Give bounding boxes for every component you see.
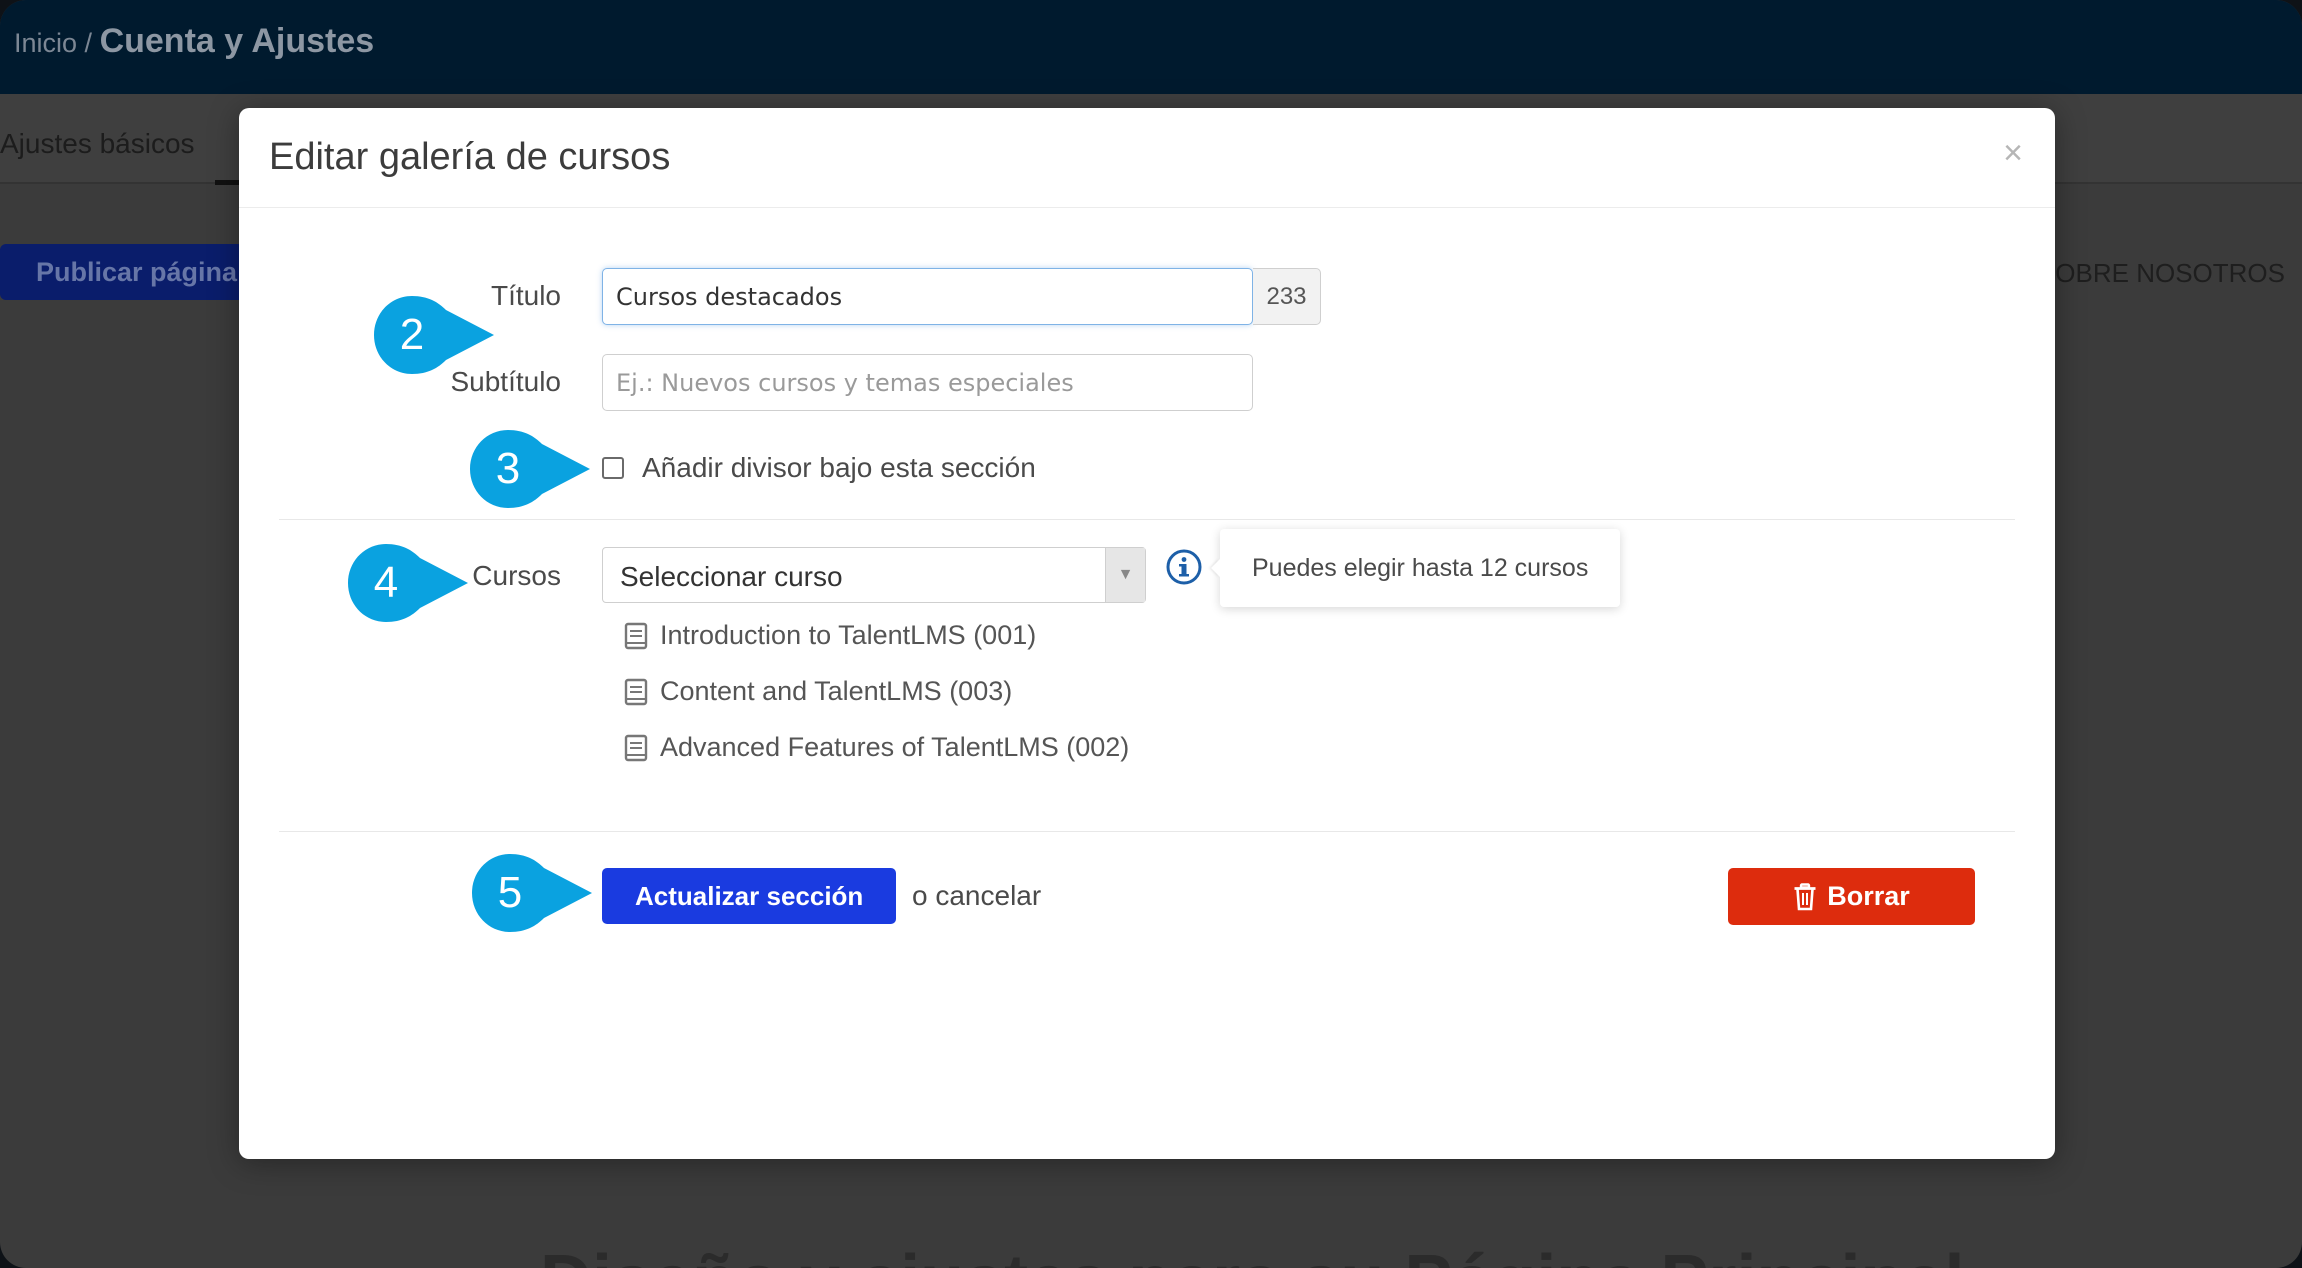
course-name: Introduction to TalentLMS (001) [660, 620, 1037, 650]
course-name: Advanced Features of TalentLMS (002) [660, 732, 1130, 762]
courses-limit-tooltip: Puedes elegir hasta 12 cursos [1220, 529, 1621, 607]
book-icon [624, 678, 648, 705]
breadcrumb-current: Cuenta y Ajustes [99, 22, 375, 60]
modal-title: Editar galería de cursos [269, 136, 671, 178]
edit-course-gallery-modal: Editar galería de cursos × Título 233 Su… [239, 108, 2055, 1159]
step-number: 2 [399, 310, 425, 359]
update-section-button[interactable]: Actualizar sección [602, 868, 897, 924]
breadcrumb: Inicio / Cuenta y Ajustes [14, 22, 374, 61]
book-icon [624, 734, 648, 761]
title-input[interactable] [602, 268, 1253, 325]
book-icon [624, 622, 648, 649]
publish-page-button[interactable]: Publicar página [0, 244, 260, 300]
step-number: 4 [373, 558, 399, 607]
step-number: 3 [495, 444, 521, 493]
footer-divider [279, 831, 2015, 832]
title-char-counter: 233 [1253, 268, 1321, 325]
course-select[interactable]: Seleccionar curso ▼ [602, 547, 1146, 603]
page-heading: Diseño y ajustes para su Página Principa… [540, 1240, 1965, 1268]
step-marker-4: 4 [348, 544, 468, 622]
modal-header: Editar galería de cursos × [239, 108, 2055, 208]
course-select-value: Seleccionar curso [620, 561, 843, 592]
step-marker-5: 5 [472, 854, 592, 932]
step-marker-2: 2 [374, 296, 494, 374]
list-item[interactable]: Advanced Features of TalentLMS (002) [624, 732, 1129, 763]
breadcrumb-separator: / [84, 28, 93, 58]
subtitle-input[interactable] [602, 354, 1253, 411]
step-number: 5 [497, 868, 523, 917]
info-icon[interactable] [1166, 549, 1202, 585]
section-divider [279, 519, 2015, 520]
delete-button[interactable]: Borrar [1728, 868, 1975, 925]
add-divider-label[interactable]: Añadir divisor bajo esta sección [642, 452, 1036, 484]
breadcrumb-home[interactable]: Inicio [14, 28, 77, 58]
chevron-down-icon[interactable]: ▼ [1105, 548, 1145, 602]
list-item[interactable]: Content and TalentLMS (003) [624, 676, 1012, 707]
trash-icon [1794, 882, 1816, 910]
list-item[interactable]: Introduction to TalentLMS (001) [624, 620, 1036, 651]
course-name: Content and TalentLMS (003) [660, 676, 1013, 706]
tab-basic-settings[interactable]: Ajustes básicos [0, 128, 195, 160]
step-marker-3: 3 [470, 430, 590, 508]
close-icon[interactable]: × [2003, 134, 2023, 173]
top-bar: Inicio / Cuenta y Ajustes [0, 0, 2302, 94]
about-us-link[interactable]: SOBRE NOSOTROS [2038, 258, 2285, 289]
cancel-link[interactable]: o cancelar [912, 880, 1041, 912]
add-divider-checkbox[interactable] [602, 457, 624, 479]
delete-button-label: Borrar [1827, 881, 1910, 911]
